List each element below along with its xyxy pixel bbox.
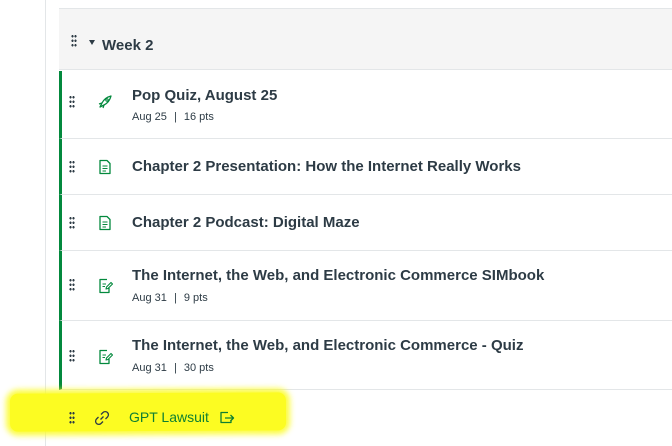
drag-handle-icon[interactable] — [69, 160, 75, 174]
left-divider — [45, 0, 46, 446]
meta-separator: | — [173, 111, 177, 123]
item-title[interactable]: Chapter 2 Presentation: How the Internet… — [132, 157, 521, 176]
drag-handle-icon[interactable] — [69, 349, 75, 363]
module-header[interactable]: Week 2 — [59, 8, 672, 70]
points: 16 pts — [183, 111, 214, 123]
meta-separator: | — [173, 362, 177, 374]
module-item-pop-quiz[interactable]: Pop Quiz, August 25 Aug 25 | 16 pts — [59, 71, 672, 139]
module-item-gpt-lawsuit[interactable]: GPT Lawsuit — [59, 390, 672, 446]
page-icon — [99, 215, 111, 231]
drag-handle-icon[interactable] — [71, 34, 77, 48]
drag-handle-icon[interactable] — [69, 411, 75, 425]
assignment-icon — [99, 278, 113, 294]
page-icon — [99, 159, 111, 175]
points: 30 pts — [183, 362, 214, 374]
item-title[interactable]: The Internet, the Web, and Electronic Co… — [132, 336, 523, 355]
external-link-icon[interactable] — [219, 411, 235, 424]
link-icon — [94, 410, 110, 426]
module-item-chapter-2-podcast[interactable]: Chapter 2 Podcast: Digital Maze — [59, 195, 672, 251]
module-item-ecommerce-quiz[interactable]: The Internet, the Web, and Electronic Co… — [59, 321, 672, 390]
module-item-simbook[interactable]: The Internet, the Web, and Electronic Co… — [59, 251, 672, 321]
item-title[interactable]: Pop Quiz, August 25 — [132, 86, 277, 105]
meta-separator: | — [173, 292, 177, 304]
item-title[interactable]: Chapter 2 Podcast: Digital Maze — [132, 213, 360, 232]
due-date: Aug 31 — [132, 362, 167, 374]
due-date: Aug 31 — [132, 292, 167, 304]
module-week-2: Week 2 Pop Quiz, August 25 Aug 25 | 16 p… — [59, 0, 672, 446]
module-item-chapter-2-presentation[interactable]: Chapter 2 Presentation: How the Internet… — [59, 139, 672, 195]
item-title-link[interactable]: GPT Lawsuit — [129, 408, 235, 427]
points: 9 pts — [183, 292, 208, 304]
drag-handle-icon[interactable] — [69, 216, 75, 230]
item-meta: Aug 31 | 30 pts — [132, 361, 214, 375]
link-label[interactable]: GPT Lawsuit — [129, 409, 209, 425]
drag-handle-icon[interactable] — [69, 95, 75, 109]
quiz-rocket-icon — [98, 95, 112, 109]
item-title[interactable]: The Internet, the Web, and Electronic Co… — [132, 266, 544, 285]
assignment-icon — [99, 349, 113, 365]
item-meta: Aug 25 | 16 pts — [132, 110, 214, 124]
module-title[interactable]: Week 2 — [102, 37, 153, 55]
item-meta: Aug 31 | 9 pts — [132, 291, 208, 305]
due-date: Aug 25 — [132, 111, 167, 123]
collapse-arrow-icon[interactable] — [89, 40, 95, 45]
drag-handle-icon[interactable] — [69, 278, 75, 292]
